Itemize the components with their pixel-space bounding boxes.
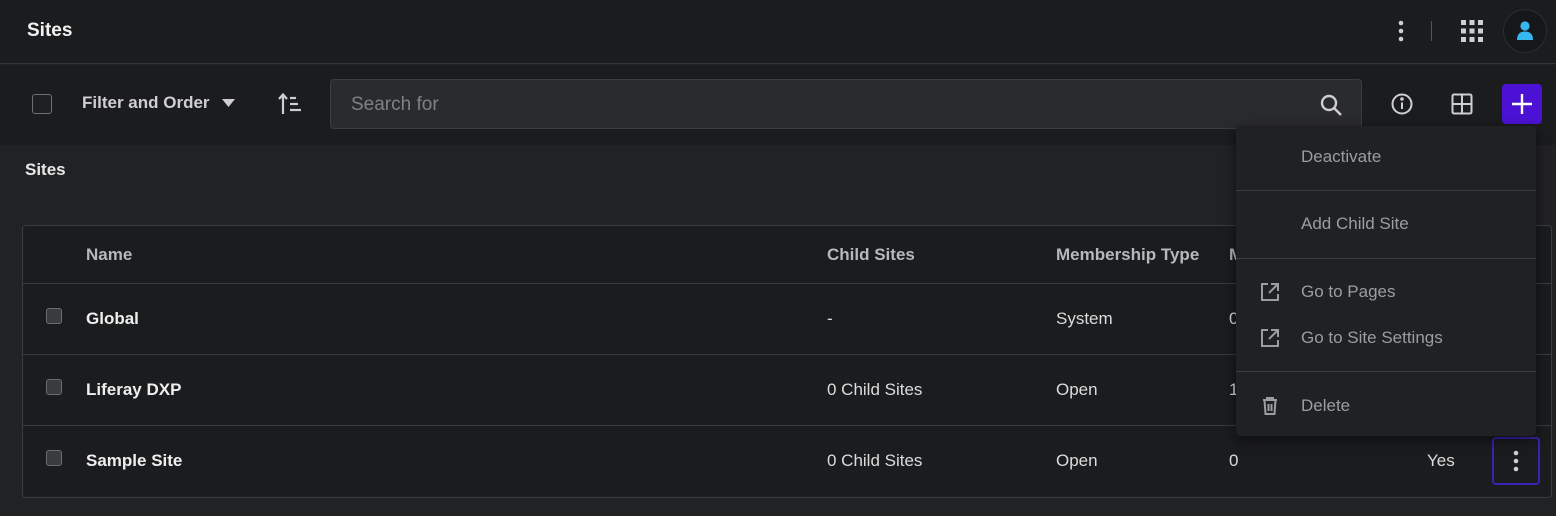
table-view-icon[interactable] bbox=[1448, 89, 1476, 119]
add-button[interactable] bbox=[1502, 84, 1542, 124]
page-title: Sites bbox=[27, 20, 73, 41]
section-title: Sites bbox=[25, 160, 66, 179]
menu-item-label: Deactivate bbox=[1301, 147, 1382, 166]
external-link-icon bbox=[1261, 329, 1279, 347]
plus-icon bbox=[1512, 94, 1532, 114]
membership-type-cell: Open bbox=[1056, 380, 1098, 399]
filter-and-order-dropdown[interactable]: Filter and Order bbox=[82, 93, 235, 113]
column-header-child-sites[interactable]: Child Sites bbox=[827, 245, 915, 265]
column-header-membership-type[interactable]: Membership Type bbox=[1056, 245, 1199, 265]
site-name-link[interactable]: Liferay DXP bbox=[86, 380, 181, 400]
site-name-link[interactable]: Sample Site bbox=[86, 451, 182, 471]
row-actions-kebab-icon[interactable] bbox=[1492, 437, 1540, 485]
external-link-icon bbox=[1261, 283, 1279, 301]
members-cell: 0 bbox=[1229, 451, 1239, 470]
child-sites-cell: 0 Child Sites bbox=[827, 380, 923, 399]
menu-item-label: Go to Pages bbox=[1301, 282, 1396, 301]
header-divider bbox=[1431, 21, 1432, 41]
membership-type-cell: Open bbox=[1056, 451, 1098, 470]
filter-label: Filter and Order bbox=[82, 93, 210, 112]
menu-divider bbox=[1236, 258, 1536, 259]
menu-item-delete[interactable]: Delete bbox=[1236, 386, 1536, 426]
row-actions-menu: Deactivate Add Child Site Go to Pages Go… bbox=[1236, 126, 1536, 436]
trash-icon bbox=[1263, 397, 1277, 415]
user-icon bbox=[1517, 21, 1533, 40]
search-input[interactable] bbox=[351, 92, 1301, 118]
menu-item-add-child-site[interactable]: Add Child Site bbox=[1236, 204, 1536, 244]
search-icon[interactable] bbox=[1319, 93, 1343, 117]
child-sites-cell: 0 Child Sites bbox=[827, 451, 923, 470]
search-box bbox=[330, 79, 1362, 129]
apps-grid-icon[interactable] bbox=[1457, 16, 1487, 46]
menu-item-deactivate[interactable]: Deactivate bbox=[1236, 137, 1536, 177]
column-header-name[interactable]: Name bbox=[86, 245, 132, 265]
user-avatar[interactable] bbox=[1503, 9, 1547, 53]
membership-type-cell: System bbox=[1056, 309, 1113, 328]
top-bar: Sites bbox=[0, 0, 1556, 64]
menu-item-label: Delete bbox=[1301, 396, 1351, 415]
row-checkbox[interactable] bbox=[46, 308, 62, 324]
menu-divider bbox=[1236, 190, 1536, 191]
caret-down-icon bbox=[221, 99, 235, 107]
menu-item-go-to-pages[interactable]: Go to Pages bbox=[1236, 272, 1536, 312]
select-all-checkbox[interactable] bbox=[32, 94, 52, 114]
menu-item-go-to-site-settings[interactable]: Go to Site Settings bbox=[1236, 318, 1536, 358]
sort-order-icon[interactable] bbox=[276, 89, 304, 119]
site-name-link[interactable]: Global bbox=[86, 309, 139, 329]
options-kebab-icon[interactable] bbox=[1388, 16, 1414, 46]
menu-item-label: Go to Site Settings bbox=[1301, 328, 1443, 347]
menu-divider bbox=[1236, 371, 1536, 372]
menu-item-label: Add Child Site bbox=[1301, 214, 1409, 233]
info-icon[interactable] bbox=[1388, 89, 1416, 119]
active-cell: Yes bbox=[1427, 451, 1455, 470]
child-sites-cell: - bbox=[827, 309, 833, 328]
table-row: Sample Site 0 Child Sites Open 0 Yes bbox=[23, 426, 1551, 497]
row-checkbox[interactable] bbox=[46, 379, 62, 395]
row-checkbox[interactable] bbox=[46, 450, 62, 466]
